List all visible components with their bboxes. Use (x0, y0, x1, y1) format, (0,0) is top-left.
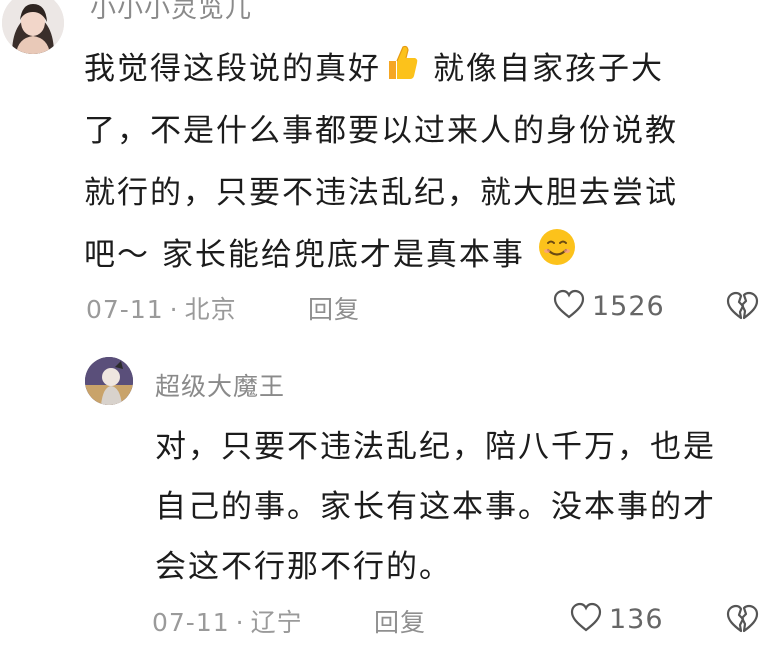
comment-line: 对，只要不违法乱纪，陪八千万，也是 (155, 429, 716, 465)
reply-button[interactable]: 回复 (374, 603, 426, 639)
like-button[interactable]: 136 (569, 601, 664, 637)
dislike-button[interactable] (724, 290, 760, 326)
comment-location: 辽宁 (250, 608, 303, 637)
meta-separator: · (235, 608, 245, 637)
comment-line: 了，不是什么事都要以过来人的身份说教 (84, 113, 678, 149)
broken-heart-icon (724, 291, 760, 326)
comment-item: 小小小灵览儿 我觉得这段说的真好 就像自家孩子大 了，不是什么事都要以过来人的身… (0, 0, 760, 345)
comment-line: 就行的，只要不违法乱纪，就大胆去尝试 (84, 175, 678, 211)
comment-text: 对，只要不违法乱纪，陪八千万，也是 自己的事。家长有这本事。没本事的才 会这不行… (155, 417, 716, 597)
like-button[interactable]: 1526 (552, 288, 665, 324)
comment-date: 07-11 (86, 295, 164, 324)
thumbs-up-emoji-icon (385, 40, 419, 102)
heart-outline-icon (552, 288, 586, 324)
reply-item: 超级大魔王 对，只要不违法乱纪，陪八千万，也是 自己的事。家长有这本事。没本事的… (0, 345, 760, 661)
comment-location: 北京 (184, 295, 237, 324)
comment-line: 会这不行那不行的。 (155, 549, 452, 585)
broken-heart-icon (724, 604, 760, 639)
comment-line: 自己的事。家长有这本事。没本事的才 (155, 489, 716, 525)
reply-button[interactable]: 回复 (308, 290, 360, 326)
dislike-button[interactable] (724, 603, 760, 639)
comment-date: 07-11 (152, 608, 230, 637)
username[interactable]: 小小小灵览儿 (90, 0, 252, 25)
heart-outline-icon (569, 601, 603, 637)
avatar[interactable] (85, 357, 133, 405)
comment-line: 吧～ 家长能给兜底才是真本事 (84, 224, 678, 286)
avatar[interactable] (2, 0, 64, 54)
smile-emoji-icon (537, 226, 577, 288)
comment-meta: 07-11 · 北京 (86, 290, 237, 326)
username[interactable]: 超级大魔王 (155, 367, 285, 403)
like-count: 1526 (592, 290, 665, 322)
meta-separator: · (169, 295, 179, 324)
comment-meta: 07-11 · 辽宁 (152, 603, 303, 639)
like-count: 136 (609, 603, 664, 635)
comment-line: 我觉得这段说的真好 就像自家孩子大 (84, 38, 678, 100)
comment-text: 我觉得这段说的真好 就像自家孩子大 了，不是什么事都要以过来人的身份说教 就行的… (84, 38, 678, 286)
